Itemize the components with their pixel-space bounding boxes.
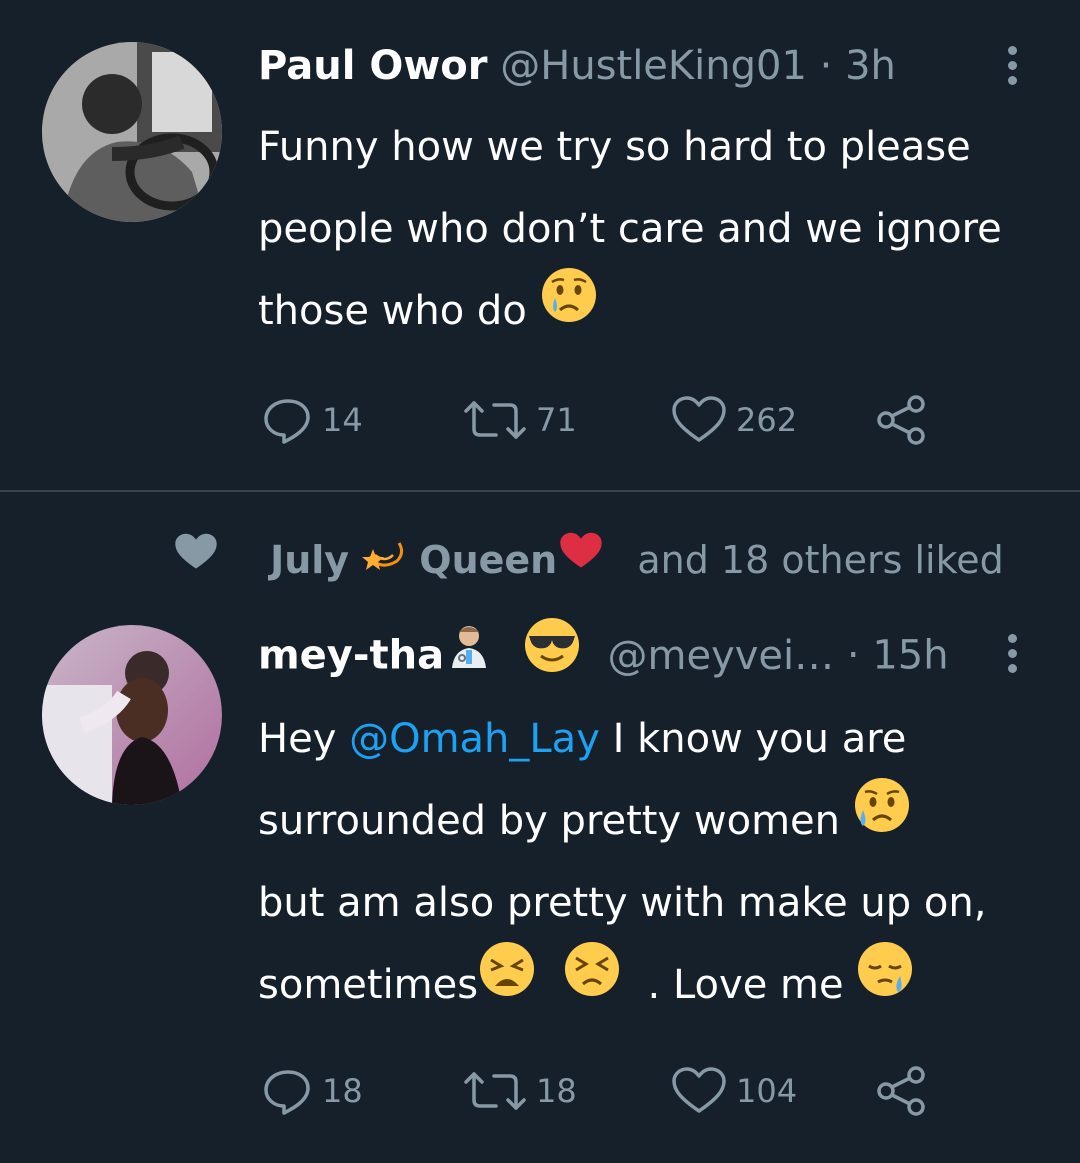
tweet-text: Hey @Omah_Lay I know you are surrounded … (258, 698, 1058, 1026)
retweet-icon (464, 1072, 526, 1110)
tweet-header: mey-tha @meyvei… · 15h (258, 618, 949, 684)
liked-by-row[interactable]: July Queen and 18 others liked (172, 530, 1004, 590)
reply-icon (264, 1070, 310, 1115)
reply-button[interactable]: 14 (262, 395, 363, 445)
tired-face-emoji-icon (563, 940, 621, 1026)
tweet-text-fragment: Hey (258, 716, 350, 762)
reply-count: 18 (322, 1072, 363, 1110)
tweet-text-fragment: I know you are (599, 716, 907, 762)
red-heart-emoji-icon (557, 529, 605, 589)
handle[interactable]: @meyvei… (608, 633, 835, 679)
heart-icon (672, 396, 726, 442)
tweet-header: Paul Owor @HustleKing01 · 3h (258, 36, 896, 96)
liked-by-suffix: and 18 others liked (637, 538, 1004, 582)
like-button[interactable]: 262 (670, 395, 797, 445)
tweet-actions: 18 18 104 (262, 1066, 962, 1116)
avatar[interactable] (42, 42, 222, 222)
display-name[interactable]: Paul Owor (258, 43, 488, 89)
retweet-icon (464, 401, 526, 439)
display-name[interactable]: mey-tha (258, 633, 444, 679)
handle[interactable]: @HustleKing01 (500, 43, 807, 89)
reply-count: 14 (322, 401, 363, 439)
weary-face-emoji-icon (478, 940, 536, 1026)
tweet-text: Funny how we try so hard to please peopl… (258, 106, 1058, 352)
tweet-text-fragment: . Love me (647, 962, 844, 1008)
share-button[interactable] (874, 1066, 930, 1116)
tweet-actions: 14 71 262 (262, 395, 962, 445)
more-options-icon[interactable] (1002, 634, 1022, 682)
mention-link[interactable]: @Omah_Lay (349, 716, 600, 762)
tweet-text-line: those who do (258, 268, 1058, 352)
sad-relieved-face-emoji-icon (853, 776, 911, 862)
tweet-text-line: sometimes . Love me (258, 942, 1058, 1026)
separator: · (846, 632, 860, 679)
reply-icon (264, 399, 310, 444)
tweet-text-fragment: sometimes (258, 962, 479, 1008)
tweet-text-line: Hey @Omah_Lay I know you are (258, 698, 1058, 780)
tweet-mey-tha[interactable]: July Queen and 18 others liked mey-tha @… (0, 492, 1080, 1163)
share-icon (877, 395, 925, 445)
tweet-text-line: but am also pretty with make up on, (258, 880, 987, 926)
retweet-button[interactable]: 18 (462, 1066, 577, 1116)
heart-icon (672, 1067, 726, 1113)
more-options-icon[interactable] (1002, 46, 1022, 94)
reply-button[interactable]: 18 (262, 1066, 363, 1116)
tweet-text-line: surrounded by pretty women (258, 778, 1058, 862)
like-button[interactable]: 104 (670, 1066, 797, 1116)
avatar[interactable] (42, 625, 222, 805)
dizzy-star-emoji-icon (361, 527, 407, 590)
timestamp[interactable]: 15h (872, 633, 948, 679)
liker-name: Queen (419, 538, 558, 582)
share-icon (877, 1066, 925, 1116)
tweet-text-fragment: surrounded by pretty women (258, 798, 840, 844)
sunglasses-face-emoji-icon (523, 616, 581, 691)
tweet-text-line: Funny how we try so hard to please (258, 124, 971, 170)
crying-face-emoji-icon (540, 266, 598, 352)
heart-filled-icon (172, 530, 220, 590)
share-button[interactable] (874, 395, 930, 445)
like-count: 262 (736, 401, 798, 439)
liker-name: July (270, 538, 350, 582)
tweet-paul-owor[interactable]: Paul Owor @HustleKing01 · 3h Funny how w… (0, 0, 1080, 490)
like-count: 104 (736, 1072, 798, 1110)
separator: · (819, 43, 833, 89)
sleepy-face-emoji-icon (856, 940, 914, 1026)
retweet-count: 71 (536, 401, 577, 439)
tweet-text-fragment: those who do (258, 288, 527, 334)
retweet-button[interactable]: 71 (462, 395, 577, 445)
health-worker-emoji-icon (444, 620, 494, 687)
retweet-count: 18 (536, 1072, 577, 1110)
timestamp[interactable]: 3h (845, 43, 896, 89)
tweet-text-line: people who don’t care and we ignore (258, 206, 1002, 252)
